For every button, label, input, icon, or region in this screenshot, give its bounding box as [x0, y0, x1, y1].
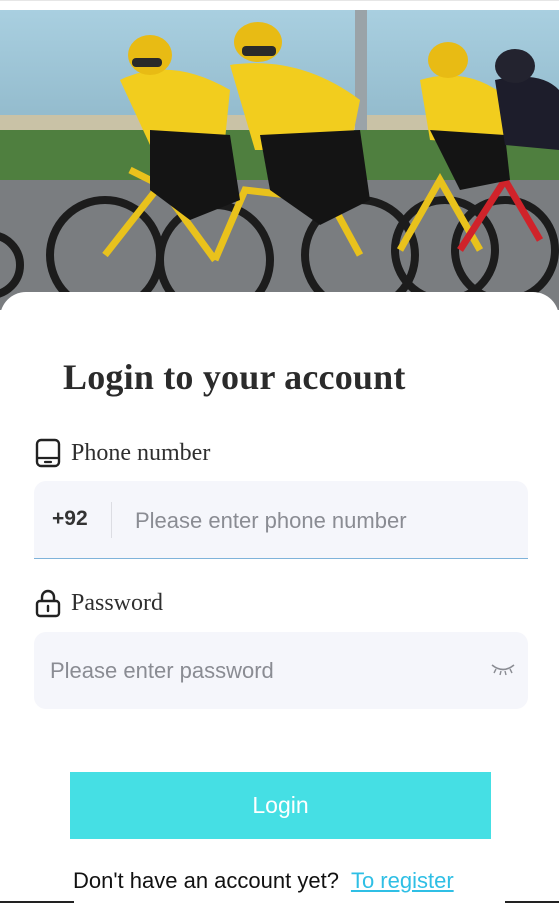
bottom-divider — [0, 899, 559, 903]
password-label-row: Password — [34, 588, 163, 618]
phone-label-row: Phone number — [34, 438, 210, 468]
password-label: Password — [71, 589, 164, 616]
closed-eye-icon[interactable] — [490, 660, 516, 676]
phone-input[interactable] — [133, 503, 517, 539]
login-button[interactable]: Login — [70, 772, 491, 839]
password-input[interactable] — [48, 653, 472, 689]
register-link[interactable]: To register — [351, 868, 454, 893]
phone-field: +92 — [34, 481, 528, 559]
password-field — [34, 632, 528, 709]
tablet-phone-icon — [34, 438, 62, 468]
phone-label: Phone number — [71, 439, 211, 466]
field-separator — [111, 502, 112, 538]
country-code[interactable]: +92 — [52, 507, 88, 531]
hero-image — [0, 10, 559, 310]
no-account-text: Don't have an account yet? — [73, 868, 339, 893]
padlock-icon — [34, 588, 62, 618]
register-prompt: Don't have an account yet? To register — [73, 868, 454, 894]
page-title: Login to your account — [63, 357, 406, 397]
cyclists-photo — [0, 10, 559, 310]
